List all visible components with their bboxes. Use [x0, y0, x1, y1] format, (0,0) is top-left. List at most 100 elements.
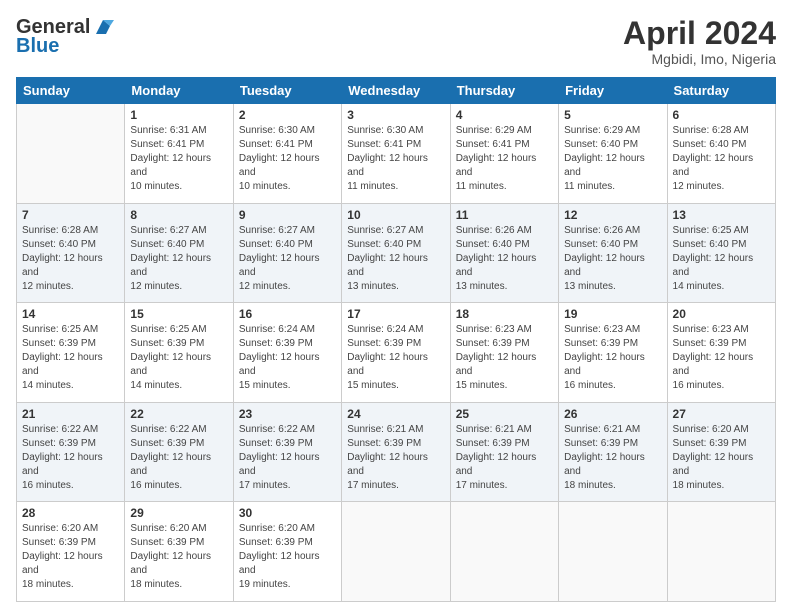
day-number: 13: [673, 208, 770, 222]
day-info: Sunrise: 6:28 AMSunset: 6:40 PMDaylight:…: [22, 224, 119, 294]
day-info: Sunrise: 6:24 AMSunset: 6:39 PMDaylight:…: [347, 323, 444, 393]
day-info: Sunrise: 6:26 AMSunset: 6:40 PMDaylight:…: [564, 224, 661, 294]
table-row: 25Sunrise: 6:21 AMSunset: 6:39 PMDayligh…: [450, 402, 558, 502]
table-row: 9Sunrise: 6:27 AMSunset: 6:40 PMDaylight…: [233, 203, 341, 303]
calendar-week-row: 1 Sunrise: 6:31 AMSunset: 6:41 PMDaylight…: [17, 104, 776, 204]
day-info: Sunrise: 6:20 AMSunset: 6:39 PMDaylight:…: [22, 522, 119, 592]
day-number: 23: [239, 407, 336, 421]
table-row: 17 Sunrise: 6:24 AMSunset: 6:39 PMDayligh…: [342, 303, 450, 403]
day-info: Sunrise: 6:22 AMSunset: 6:39 PMDaylight:…: [239, 423, 336, 493]
day-number: 7: [22, 208, 119, 222]
table-row: 13 Sunrise: 6:25 AMSunset: 6:40 PMDayligh…: [667, 203, 775, 303]
table-row: 12 Sunrise: 6:26 AMSunset: 6:40 PMDayligh…: [559, 203, 667, 303]
day-info: Sunrise: 6:23 AMSunset: 6:39 PMDaylight:…: [456, 323, 553, 393]
table-row: 20 Sunrise: 6:23 AMSunset: 6:39 PMDayligh…: [667, 303, 775, 403]
day-number: 15: [130, 307, 227, 321]
table-row: 30 Sunrise: 6:20 AMSunset: 6:39 PMDayligh…: [233, 502, 341, 602]
col-sunday: Sunday: [17, 78, 125, 104]
table-row: 1 Sunrise: 6:31 AMSunset: 6:41 PMDaylight…: [125, 104, 233, 204]
calendar-week-row: 7 Sunrise: 6:28 AMSunset: 6:40 PMDaylight…: [17, 203, 776, 303]
day-number: 24: [347, 407, 444, 421]
table-row: 26 Sunrise: 6:21 AMSunset: 6:39 PMDayligh…: [559, 402, 667, 502]
day-info: Sunrise: 6:23 AMSunset: 6:39 PMDaylight:…: [564, 323, 661, 393]
table-row: 4 Sunrise: 6:29 AMSunset: 6:41 PMDaylight…: [450, 104, 558, 204]
day-info: Sunrise: 6:25 AMSunset: 6:40 PMDaylight:…: [673, 224, 770, 294]
table-row: [667, 502, 775, 602]
day-info: Sunrise: 6:21 AMSunset: 6:39 PMDaylight:…: [456, 423, 553, 493]
table-row: [450, 502, 558, 602]
location: Mgbidi, Imo, Nigeria: [623, 51, 776, 67]
day-info: Sunrise: 6:28 AMSunset: 6:40 PMDaylight:…: [673, 124, 770, 194]
calendar-week-row: 14 Sunrise: 6:25 AMSunset: 6:39 PMDayligh…: [17, 303, 776, 403]
day-number: 22: [130, 407, 227, 421]
day-number: 30: [239, 506, 336, 520]
day-number: 16: [239, 307, 336, 321]
table-row: [17, 104, 125, 204]
table-row: 16 Sunrise: 6:24 AMSunset: 6:39 PMDayligh…: [233, 303, 341, 403]
day-number: 9: [239, 208, 336, 222]
table-row: 27Sunrise: 6:20 AMSunset: 6:39 PMDayligh…: [667, 402, 775, 502]
day-number: 20: [673, 307, 770, 321]
day-info: Sunrise: 6:23 AMSunset: 6:39 PMDaylight:…: [673, 323, 770, 393]
col-thursday: Thursday: [450, 78, 558, 104]
table-row: 2Sunrise: 6:30 AMSunset: 6:41 PMDaylight…: [233, 104, 341, 204]
day-info: Sunrise: 6:25 AMSunset: 6:39 PMDaylight:…: [130, 323, 227, 393]
day-number: 6: [673, 108, 770, 122]
day-info: Sunrise: 6:22 AMSunset: 6:39 PMDaylight:…: [22, 423, 119, 493]
day-number: 18: [456, 307, 553, 321]
logo-text-block: General Blue: [16, 16, 114, 58]
calendar-header-row: Sunday Monday Tuesday Wednesday Thursday…: [17, 78, 776, 104]
table-row: 18 Sunrise: 6:23 AMSunset: 6:39 PMDayligh…: [450, 303, 558, 403]
day-info: Sunrise: 6:21 AMSunset: 6:39 PMDaylight:…: [347, 423, 444, 493]
table-row: 24 Sunrise: 6:21 AMSunset: 6:39 PMDayligh…: [342, 402, 450, 502]
day-number: 1: [130, 108, 227, 122]
day-number: 28: [22, 506, 119, 520]
day-info: Sunrise: 6:20 AMSunset: 6:39 PMDaylight:…: [673, 423, 770, 493]
day-info: Sunrise: 6:21 AMSunset: 6:39 PMDaylight:…: [564, 423, 661, 493]
day-number: 3: [347, 108, 444, 122]
table-row: 7 Sunrise: 6:28 AMSunset: 6:40 PMDaylight…: [17, 203, 125, 303]
table-row: 19 Sunrise: 6:23 AMSunset: 6:39 PMDayligh…: [559, 303, 667, 403]
day-info: Sunrise: 6:29 AMSunset: 6:40 PMDaylight:…: [564, 124, 661, 194]
table-row: 3Sunrise: 6:30 AMSunset: 6:41 PMDaylight…: [342, 104, 450, 204]
calendar-week-row: 21 Sunrise: 6:22 AMSunset: 6:39 PMDayligh…: [17, 402, 776, 502]
day-info: Sunrise: 6:24 AMSunset: 6:39 PMDaylight:…: [239, 323, 336, 393]
col-saturday: Saturday: [667, 78, 775, 104]
day-number: 14: [22, 307, 119, 321]
table-row: 29Sunrise: 6:20 AMSunset: 6:39 PMDayligh…: [125, 502, 233, 602]
table-row: 23 Sunrise: 6:22 AMSunset: 6:39 PMDayligh…: [233, 402, 341, 502]
col-friday: Friday: [559, 78, 667, 104]
logo: General Blue: [16, 16, 114, 58]
day-number: 19: [564, 307, 661, 321]
day-info: Sunrise: 6:30 AMSunset: 6:41 PMDaylight:…: [239, 124, 336, 194]
day-info: Sunrise: 6:22 AMSunset: 6:39 PMDaylight:…: [130, 423, 227, 493]
day-number: 29: [130, 506, 227, 520]
col-monday: Monday: [125, 78, 233, 104]
table-row: 15 Sunrise: 6:25 AMSunset: 6:39 PMDayligh…: [125, 303, 233, 403]
col-wednesday: Wednesday: [342, 78, 450, 104]
table-row: 14 Sunrise: 6:25 AMSunset: 6:39 PMDayligh…: [17, 303, 125, 403]
header: General Blue April 2024 Mgbidi, Imo, Nig…: [16, 16, 776, 67]
day-number: 5: [564, 108, 661, 122]
day-info: Sunrise: 6:27 AMSunset: 6:40 PMDaylight:…: [347, 224, 444, 294]
day-number: 10: [347, 208, 444, 222]
table-row: 11Sunrise: 6:26 AMSunset: 6:40 PMDayligh…: [450, 203, 558, 303]
day-number: 26: [564, 407, 661, 421]
table-row: [559, 502, 667, 602]
day-number: 21: [22, 407, 119, 421]
day-info: Sunrise: 6:31 AMSunset: 6:41 PMDaylight:…: [130, 124, 227, 194]
day-number: 4: [456, 108, 553, 122]
table-row: 22 Sunrise: 6:22 AMSunset: 6:39 PMDayligh…: [125, 402, 233, 502]
main-container: General Blue April 2024 Mgbidi, Imo, Nig…: [0, 0, 792, 612]
day-info: Sunrise: 6:20 AMSunset: 6:39 PMDaylight:…: [239, 522, 336, 592]
day-info: Sunrise: 6:25 AMSunset: 6:39 PMDaylight:…: [22, 323, 119, 393]
logo-icon: [92, 16, 114, 38]
day-info: Sunrise: 6:27 AMSunset: 6:40 PMDaylight:…: [130, 224, 227, 294]
table-row: 21 Sunrise: 6:22 AMSunset: 6:39 PMDayligh…: [17, 402, 125, 502]
day-number: 11: [456, 208, 553, 222]
day-number: 12: [564, 208, 661, 222]
day-info: Sunrise: 6:29 AMSunset: 6:41 PMDaylight:…: [456, 124, 553, 194]
calendar-week-row: 28 Sunrise: 6:20 AMSunset: 6:39 PMDayligh…: [17, 502, 776, 602]
table-row: 5 Sunrise: 6:29 AMSunset: 6:40 PMDaylight…: [559, 104, 667, 204]
day-number: 17: [347, 307, 444, 321]
